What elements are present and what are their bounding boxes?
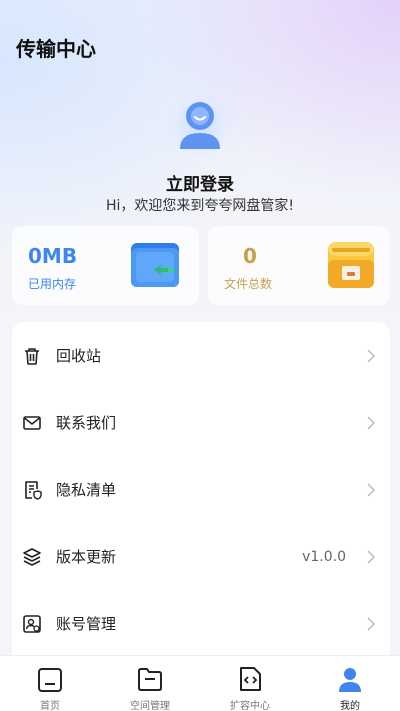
tab-label: 我的 (340, 701, 360, 711)
chevron-right-icon (367, 348, 376, 363)
menu-item-recycle-bin[interactable]: 回收站 (12, 322, 390, 389)
tab-label: 扩容中心 (230, 701, 270, 711)
home-icon (38, 668, 62, 692)
chevron-right-icon (367, 415, 376, 430)
chevron-right-icon (367, 482, 376, 497)
storage-used-label: 已用内存 (28, 277, 77, 291)
version-value: v1.0.0 (302, 548, 346, 565)
file-count-label: 文件总数 (224, 277, 273, 291)
menu-item-version-update[interactable]: 版本更新 v1.0.0 (12, 523, 390, 590)
yellow-file-box-icon (328, 242, 374, 288)
menu-list: 回收站 联系我们 隐私清单 版本更新 v1.0.0 账号管理 (12, 322, 390, 662)
menu-item-label: 隐私清单 (56, 481, 117, 499)
tab-label: 首页 (40, 701, 60, 711)
tab-home[interactable]: 首页 (0, 656, 100, 711)
files-card[interactable]: 0 文件总数 (208, 226, 390, 305)
menu-item-account-manage[interactable]: 账号管理 (12, 590, 390, 657)
account-manage-icon (23, 614, 41, 633)
person-icon (339, 668, 361, 692)
storage-card[interactable]: 0MB 已用内存 (12, 226, 199, 305)
page-title: 传输中心 (16, 37, 96, 61)
bottom-tab-bar: 首页 空间管理 扩容中心 我的 (0, 655, 400, 711)
file-count-value: 0 (243, 244, 257, 268)
menu-item-privacy-list[interactable]: 隐私清单 (12, 456, 390, 523)
folder-icon (138, 668, 162, 691)
login-button[interactable]: 立即登录 (0, 170, 400, 195)
welcome-text: Hi，欢迎您来到夸夸网盘管家! (105, 198, 295, 214)
chevron-right-icon (367, 549, 376, 564)
tab-mine[interactable]: 我的 (300, 656, 400, 711)
menu-item-label: 账号管理 (56, 615, 117, 633)
menu-item-label: 联系我们 (56, 414, 117, 432)
avatar[interactable] (168, 92, 232, 156)
tab-expand-center[interactable]: 扩容中心 (200, 656, 300, 711)
mail-icon (23, 415, 41, 430)
blue-folder-icon (131, 243, 179, 287)
menu-item-label: 回收站 (56, 347, 102, 365)
user-avatar-icon (180, 102, 220, 149)
storage-used-value: 0MB (28, 244, 78, 268)
menu-item-label: 版本更新 (56, 548, 117, 566)
trash-icon (25, 347, 39, 365)
menu-item-contact-us[interactable]: 联系我们 (12, 389, 390, 456)
chevron-right-icon (367, 616, 376, 631)
tab-label: 空间管理 (130, 701, 170, 711)
layers-icon (23, 547, 41, 566)
tab-space-manage[interactable]: 空间管理 (100, 656, 200, 711)
privacy-list-icon (25, 480, 42, 500)
code-file-icon (240, 667, 261, 691)
